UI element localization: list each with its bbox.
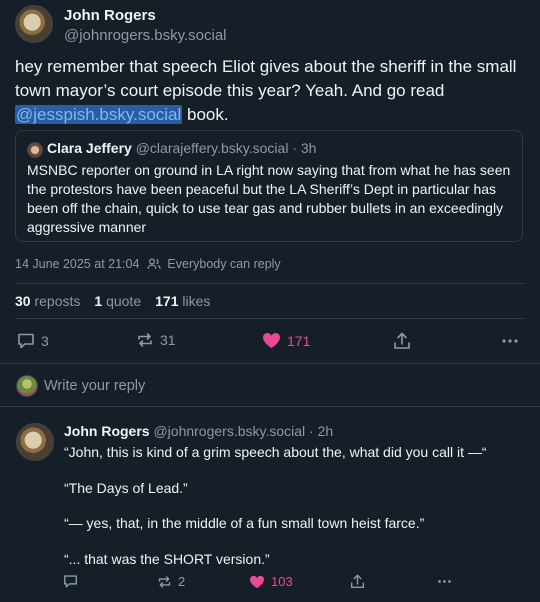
reply-paragraph: “John, this is kind of a grim speech abo… [64,444,487,460]
repost-icon [157,575,172,589]
post-text-end: book. [182,105,229,124]
reply-like-count: 103 [271,574,293,589]
reply-author-handle[interactable]: @johnrogers.bsky.social [153,423,305,439]
current-user-avatar [16,375,38,397]
reply-button[interactable]: 3 [17,332,49,349]
reply-more-options-button[interactable] [437,574,452,589]
share-button[interactable] [393,332,411,350]
reply-paragraph: “... that was the SHORT version.” [64,551,270,567]
heart-icon [262,332,281,349]
reply-paragraph: “The Days of Lead.” [64,480,188,496]
reply-repost-button[interactable]: 2 [157,574,185,589]
heart-icon [249,575,265,589]
reply-author-avatar[interactable] [16,423,54,461]
reply-audience[interactable]: Everybody can reply [167,257,280,271]
reposts-stat[interactable]: 30 reposts [15,293,80,309]
reply-input[interactable]: Write your reply [44,378,145,394]
reply-reply-button[interactable] [63,574,84,588]
quotes-stat[interactable]: 1 quote [94,293,141,309]
more-icon [501,332,519,350]
share-icon [350,574,365,589]
reply-icon [17,332,35,349]
quoted-author-avatar [27,142,43,158]
reply-icon [63,574,78,588]
post-timestamp: 14 June 2025 at 21:04 [15,257,140,271]
reply-post-age: · 2h [309,423,334,439]
post-text: hey remember that speech Eliot gives abo… [15,55,525,127]
quoted-post-card[interactable]: Clara Jeffery @clarajeffery.bsky.social … [15,130,523,242]
quoted-author-name: Clara Jeffery [47,140,132,156]
people-icon [147,258,162,270]
reply-author-name[interactable]: John Rogers [64,423,150,439]
repost-icon [136,332,154,348]
share-icon [393,332,411,350]
like-button[interactable]: 171 [262,332,310,349]
quoted-author-handle: @clarajeffery.bsky.social [135,140,289,156]
reply-repost-count: 2 [178,574,186,589]
author-name[interactable]: John Rogers [64,7,156,24]
quoted-post-text: MSNBC reporter on ground in LA right now… [27,162,511,235]
post-text-body: hey remember that speech Eliot gives abo… [15,57,517,100]
author-handle[interactable]: @johnrogers.bsky.social [64,27,227,44]
reply-paragraph: “— yes, that, in the middle of a fun sma… [64,515,425,531]
reply-like-button[interactable]: 103 [249,574,293,589]
reply-count: 3 [41,332,49,349]
mention-link[interactable]: @jesspish.bsky.social [15,105,183,124]
repost-count: 31 [160,332,176,348]
like-count: 171 [287,332,311,349]
repost-button[interactable]: 31 [136,332,176,348]
likes-stat[interactable]: 171 likes [155,293,210,309]
more-icon [437,574,452,589]
reply-share-button[interactable] [350,574,365,589]
author-avatar[interactable] [15,5,53,43]
quoted-post-age: · 3h [292,140,317,156]
reply-composer[interactable]: Write your reply [0,364,540,406]
more-options-button[interactable] [501,332,519,350]
